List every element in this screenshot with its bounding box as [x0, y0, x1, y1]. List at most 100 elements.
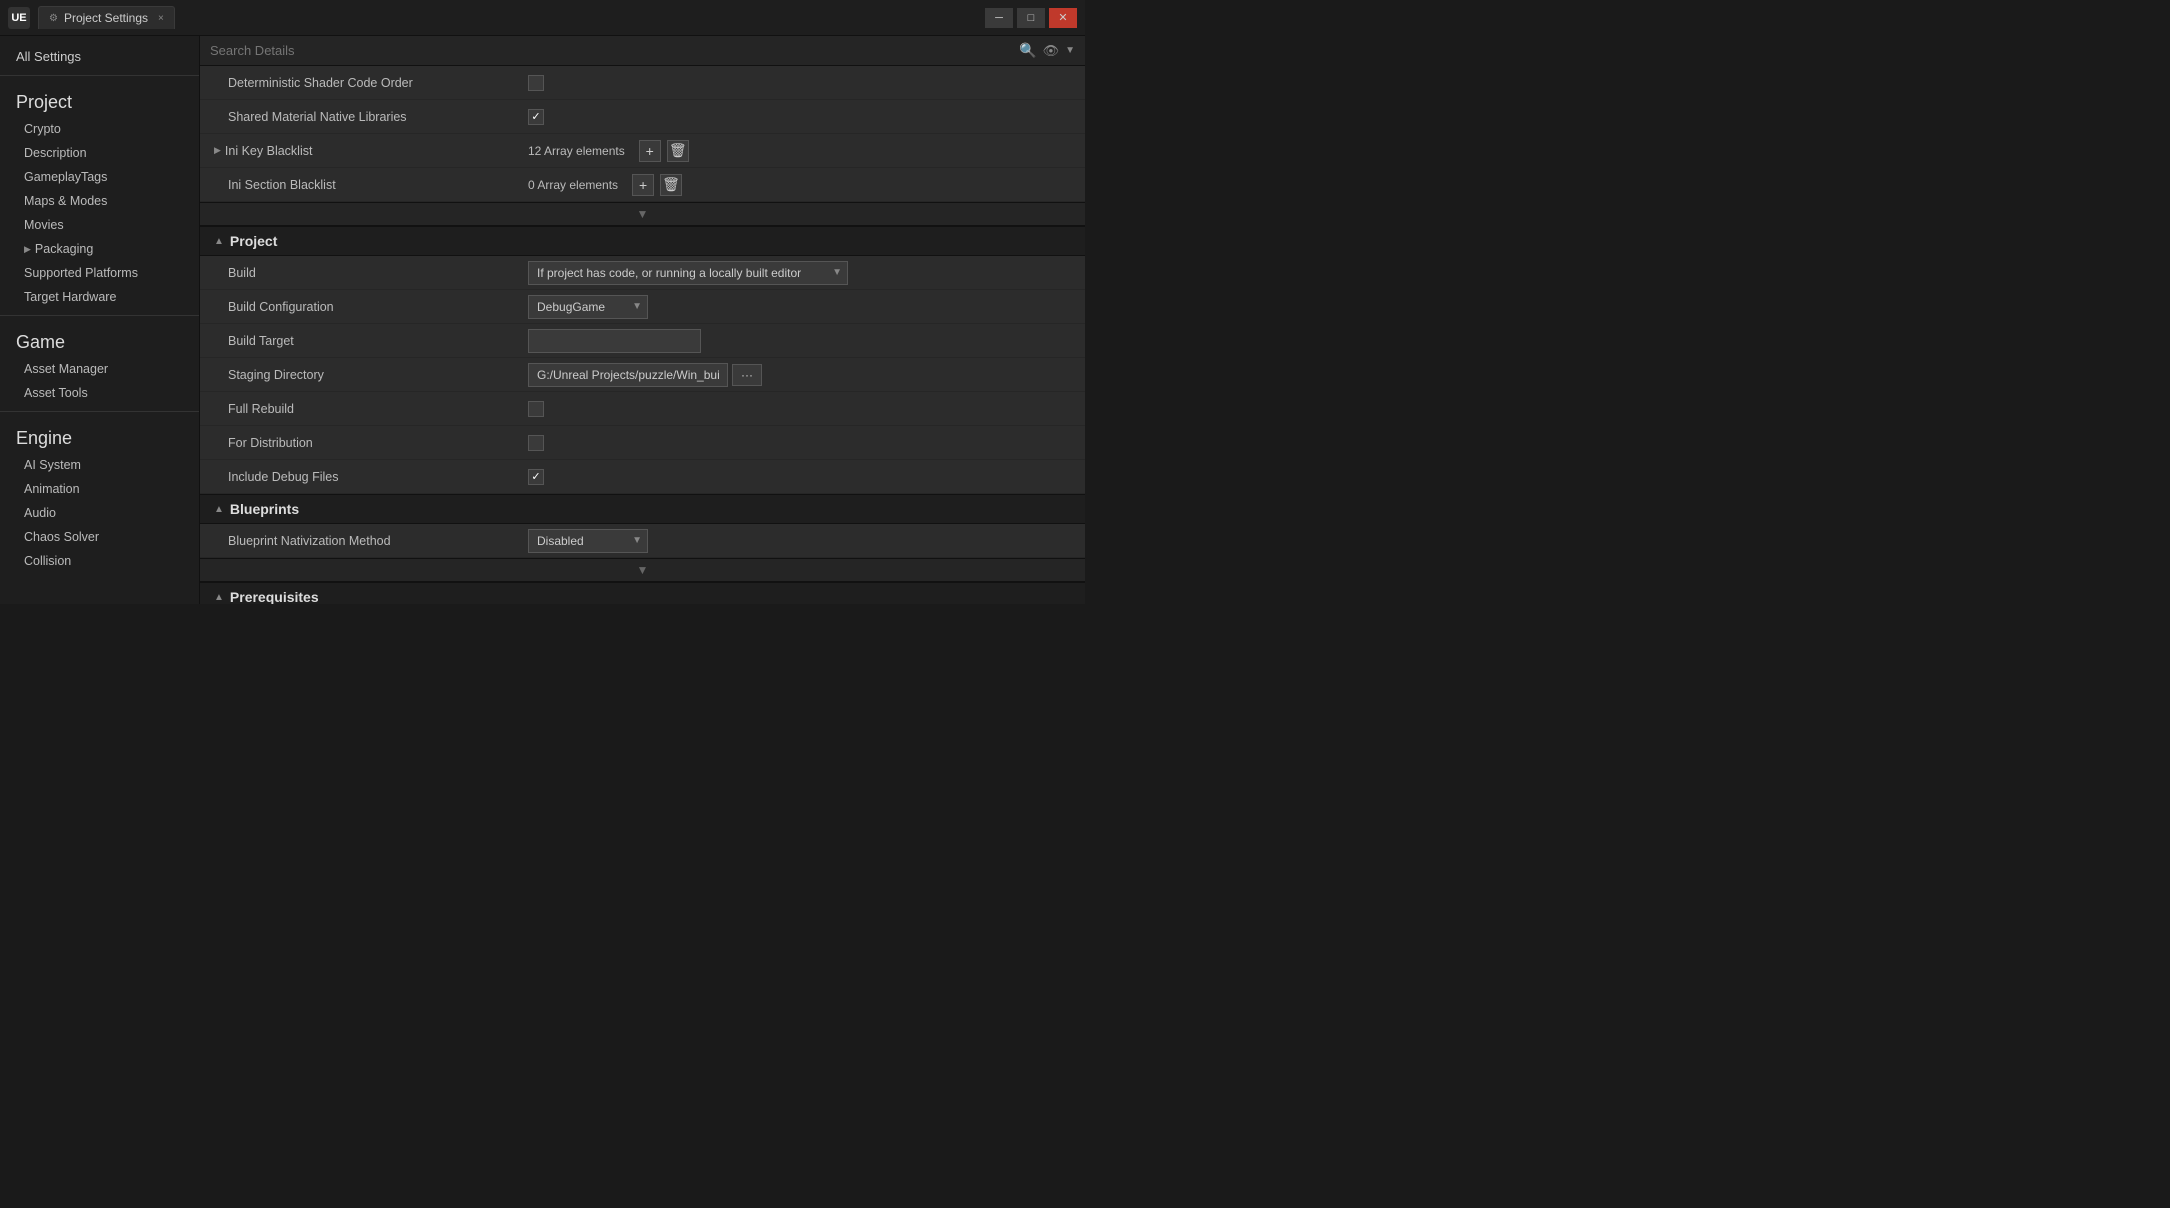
tab-close-button[interactable]: × [158, 13, 164, 24]
sidebar-item-animation[interactable]: Animation [0, 477, 199, 501]
sidebar-item-movies[interactable]: Movies [0, 213, 199, 237]
sidebar-item-asset-tools[interactable]: Asset Tools [0, 381, 199, 405]
sidebar-item-supported-platforms[interactable]: Supported Platforms [0, 261, 199, 285]
project-collapse-icon[interactable]: ▲ [214, 236, 224, 247]
build-dropdown[interactable]: If project has code, or running a locall… [528, 261, 848, 285]
content-area: 🔍 👁 ▼ Deterministic Shader Code Order Sh… [200, 36, 1085, 604]
sidebar-item-asset-manager[interactable]: Asset Manager [0, 357, 199, 381]
ini-key-delete-button[interactable]: 🗑 [667, 140, 689, 162]
ini-section-delete-button[interactable]: 🗑 [660, 174, 682, 196]
sidebar-game-section: Game [0, 322, 199, 357]
sidebar-item-packaging[interactable]: ▶Packaging [0, 237, 199, 261]
ini-key-array-count: 12 Array elements [528, 144, 625, 158]
full-rebuild-label: Full Rebuild [200, 396, 520, 422]
title-bar: UE ⚙ Project Settings × ─ □ ✕ [0, 0, 1085, 36]
table-row: Blueprint Nativization Method Disabled I… [200, 524, 1085, 558]
deterministic-shader-label: Deterministic Shader Code Order [200, 70, 520, 96]
ini-key-arrow-icon[interactable]: ▶ [214, 145, 221, 156]
staging-directory-input[interactable] [528, 363, 728, 387]
sidebar-divider-1 [0, 75, 199, 76]
table-row: Include Debug Files [200, 460, 1085, 494]
project-settings-tab[interactable]: ⚙ Project Settings × [38, 6, 175, 29]
maximize-button[interactable]: □ [1017, 8, 1045, 28]
sidebar-item-collision[interactable]: Collision [0, 549, 199, 573]
sidebar-divider-2 [0, 315, 199, 316]
table-row: Shared Material Native Libraries [200, 100, 1085, 134]
blueprint-nativization-dropdown-wrapper: Disabled Inclusive Exclusive ▼ [528, 529, 648, 553]
sidebar-item-chaos-solver[interactable]: Chaos Solver [0, 525, 199, 549]
build-target-input[interactable] [528, 329, 701, 353]
minimize-button[interactable]: ─ [985, 8, 1013, 28]
main-layout: All Settings Project Crypto Description … [0, 36, 1085, 604]
for-distribution-value [520, 431, 1085, 455]
table-row: Ini Section Blacklist 0 Array elements +… [200, 168, 1085, 202]
sidebar-item-target-hardware[interactable]: Target Hardware [0, 285, 199, 309]
deterministic-shader-value [520, 71, 1085, 95]
sidebar-item-gameplaytags[interactable]: GameplayTags [0, 165, 199, 189]
sidebar-item-crypto[interactable]: Crypto [0, 117, 199, 141]
search-dropdown-arrow[interactable]: ▼ [1065, 45, 1075, 56]
search-input[interactable] [210, 43, 1013, 58]
expand-row-2: ▼ [200, 558, 1085, 582]
settings-panel: Deterministic Shader Code Order Shared M… [200, 66, 1085, 604]
for-distribution-checkbox[interactable] [528, 435, 544, 451]
expand-down-icon-2[interactable]: ▼ [637, 563, 649, 577]
table-row: Staging Directory ··· [200, 358, 1085, 392]
title-bar-left: UE ⚙ Project Settings × [8, 6, 175, 29]
staging-directory-value: ··· [520, 359, 1085, 391]
tab-label: Project Settings [64, 11, 148, 25]
blueprint-nativization-dropdown[interactable]: Disabled Inclusive Exclusive [528, 529, 648, 553]
ini-section-blacklist-label: Ini Section Blacklist [200, 172, 520, 198]
build-configuration-value: DebugGame Development Shipping ▼ [520, 291, 1085, 323]
prerequisites-collapse-icon[interactable]: ▲ [214, 592, 224, 603]
sidebar-project-section: Project [0, 82, 199, 117]
staging-directory-browse-button[interactable]: ··· [732, 364, 762, 386]
blueprint-nativization-value: Disabled Inclusive Exclusive ▼ [520, 525, 1085, 557]
search-bar: 🔍 👁 ▼ [200, 36, 1085, 66]
ini-section-add-button[interactable]: + [632, 174, 654, 196]
table-row: Deterministic Shader Code Order [200, 66, 1085, 100]
table-row: Full Rebuild [200, 392, 1085, 426]
build-configuration-label: Build Configuration [200, 294, 520, 320]
shared-material-checkbox[interactable] [528, 109, 544, 125]
sidebar: All Settings Project Crypto Description … [0, 36, 200, 604]
staging-directory-label: Staging Directory [200, 362, 520, 388]
ini-key-add-button[interactable]: + [639, 140, 661, 162]
blueprints-section-header[interactable]: ▲ Blueprints [200, 494, 1085, 524]
full-rebuild-value [520, 397, 1085, 421]
expand-down-icon-1[interactable]: ▼ [637, 207, 649, 221]
include-debug-files-label: Include Debug Files [200, 464, 520, 490]
sidebar-item-description[interactable]: Description [0, 141, 199, 165]
deterministic-shader-checkbox[interactable] [528, 75, 544, 91]
prerequisites-section-header[interactable]: ▲ Prerequisites [200, 582, 1085, 604]
build-target-label: Build Target [200, 328, 520, 354]
staging-directory-wrapper: ··· [528, 363, 762, 387]
table-row: ▶ Ini Key Blacklist 12 Array elements + … [200, 134, 1085, 168]
build-value: If project has code, or running a locall… [520, 257, 1085, 289]
ini-key-blacklist-label: ▶ Ini Key Blacklist [200, 138, 520, 164]
sidebar-all-settings[interactable]: All Settings [0, 44, 199, 69]
project-section-header[interactable]: ▲ Project [200, 226, 1085, 256]
table-row: Build Target [200, 324, 1085, 358]
expand-row-1: ▼ [200, 202, 1085, 226]
sidebar-engine-section: Engine [0, 418, 199, 453]
blueprint-nativization-label: Blueprint Nativization Method [200, 528, 520, 554]
tab-settings-icon: ⚙ [49, 13, 58, 24]
include-debug-files-checkbox[interactable] [528, 469, 544, 485]
ini-section-blacklist-value: 0 Array elements + 🗑 [520, 170, 1085, 200]
full-rebuild-checkbox[interactable] [528, 401, 544, 417]
shared-material-label: Shared Material Native Libraries [200, 104, 520, 130]
sidebar-item-maps-modes[interactable]: Maps & Modes [0, 189, 199, 213]
close-button[interactable]: ✕ [1049, 8, 1077, 28]
sidebar-item-ai-system[interactable]: AI System [0, 453, 199, 477]
table-row: Build Configuration DebugGame Developmen… [200, 290, 1085, 324]
build-dropdown-wrapper: If project has code, or running a locall… [528, 261, 848, 285]
sidebar-item-audio[interactable]: Audio [0, 501, 199, 525]
ini-section-array-count: 0 Array elements [528, 178, 618, 192]
eye-icon[interactable]: 👁 [1043, 43, 1060, 59]
blueprints-section-title: Blueprints [230, 501, 299, 517]
shared-material-value [520, 105, 1085, 129]
build-configuration-dropdown[interactable]: DebugGame Development Shipping [528, 295, 648, 319]
prerequisites-section-title: Prerequisites [230, 589, 319, 604]
blueprints-collapse-icon[interactable]: ▲ [214, 504, 224, 515]
